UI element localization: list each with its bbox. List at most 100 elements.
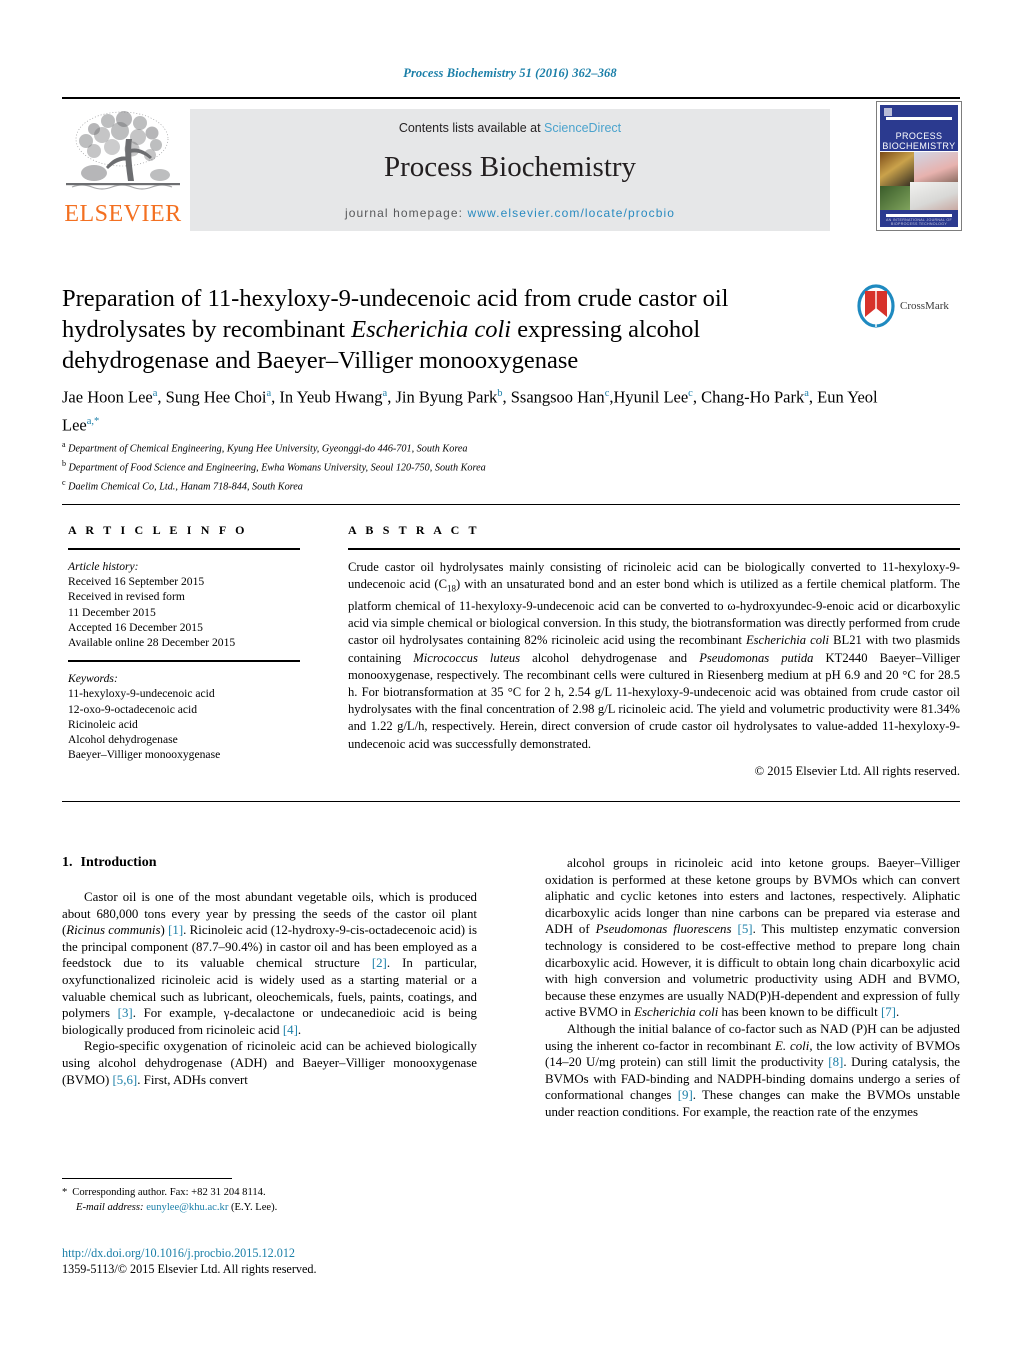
- keyword-item: 12-oxo-9-octadecenoic acid: [68, 702, 198, 716]
- journal-title: Process Biochemistry: [383, 151, 637, 183]
- abstract-part-8: KT2440 Baeyer–Villiger monooxygenase, re…: [348, 650, 960, 751]
- homepage-prefix: journal homepage:: [344, 206, 468, 220]
- cover-photo-3: [880, 186, 910, 210]
- article-history-lines: Received 16 September 2015 Received in re…: [68, 574, 300, 650]
- intro-paragraph-right-1-part-5[interactable]: [9]: [678, 1088, 693, 1102]
- author-affiliation-mark: c: [688, 388, 693, 399]
- footer-doi-block: http://dx.doi.org/10.1016/j.procbio.2015…: [62, 1245, 522, 1277]
- author-name: Jae Hoon Lee: [62, 387, 153, 407]
- affiliation-line: c Daelim Chemical Co, Ltd., Hanam 718-84…: [62, 477, 303, 493]
- footnote-line-1: * Corresponding author. Fax: +82 31 204 8…: [62, 1186, 482, 1201]
- author-affiliation-mark: b: [497, 388, 503, 399]
- intro-paragraph-left-0-part-9[interactable]: [4]: [283, 1023, 298, 1037]
- cover-caption: AN INTERNATIONAL JOURNAL OF BIOPROCESS T…: [885, 218, 953, 226]
- article-history-line: 11 December 2015: [68, 605, 156, 619]
- author-name: In Yeub Hwang: [279, 387, 383, 407]
- article-history-line: Available online 28 December 2015: [68, 636, 236, 650]
- intro-paragraph-right-0-part-1: Pseudomonas fluorescens: [595, 922, 732, 937]
- article-history-block: Article history: Received 16 September 2…: [68, 559, 300, 650]
- footnote-asterisk: *: [62, 1187, 68, 1198]
- email-suffix: (E.Y. Lee).: [228, 1201, 278, 1213]
- affiliation-mark: b: [62, 458, 66, 468]
- abstract-copyright: © 2015 Elsevier Ltd. All rights reserved…: [754, 763, 960, 778]
- email-link[interactable]: eunylee@khu.ac.kr: [146, 1202, 228, 1213]
- intro-paragraph-left: Castor oil is one of the most abundant v…: [62, 889, 477, 1038]
- keyword-item: Ricinoleic acid: [68, 717, 138, 731]
- intro-paragraph-right-0-part-8: .: [895, 1005, 900, 1020]
- keywords-label: Keywords:: [68, 672, 118, 686]
- keyword-item: Alcohol dehydrogenase: [68, 733, 178, 747]
- intro-paragraph-left-0-part-5[interactable]: [2]: [372, 956, 387, 970]
- intro-paragraph-right-1-part-3[interactable]: [8]: [828, 1055, 843, 1069]
- doi-link[interactable]: http://dx.doi.org/10.1016/j.procbio.2015…: [62, 1245, 522, 1261]
- body-column-left: 1. Introduction Castor oil is one of the …: [62, 855, 477, 1088]
- intro-paragraph-right-0-part-6: has been known to be difficult: [718, 1005, 881, 1020]
- email-label: E-mail address:: [76, 1201, 144, 1213]
- crossmark-label: CrossMark: [900, 300, 949, 312]
- abstract-rule: [348, 548, 960, 550]
- masthead-top-rule: [62, 97, 960, 99]
- contents-available-line: Contents lists available at ScienceDirec…: [190, 121, 830, 135]
- keyword-item: 11-hexyloxy-9-undecenoic acid: [68, 687, 215, 701]
- affiliation-list: a Department of Chemical Engineering, Ky…: [62, 438, 882, 495]
- footnote-line-2: E-mail address: eunylee@khu.ac.kr (E.Y. …: [62, 1201, 482, 1216]
- intro-paragraph-left-0-part-10: .: [297, 1022, 302, 1037]
- author-name: Sung Hee Choi: [165, 387, 267, 407]
- cover-photo-1: [880, 152, 914, 186]
- article-info-rule: [68, 548, 300, 550]
- page-title: Preparation of 11-hexyloxy-9-undecenoic …: [62, 283, 852, 376]
- abstract-part-5: Micrococcus luteus: [413, 650, 521, 665]
- section-heading-introduction: 1. Introduction: [62, 855, 477, 871]
- author-name: Chang-Ho Park: [701, 387, 805, 407]
- intro-paragraph-left-0-part-7[interactable]: [3]: [118, 1006, 133, 1020]
- intro-paragraph-right-0-part-5: Escherichia coli: [634, 1005, 719, 1020]
- journal-homepage-link[interactable]: www.elsevier.com/locate/procbio: [468, 206, 676, 220]
- intro-paragraph-right-0-part-3[interactable]: [5]: [738, 922, 753, 936]
- affiliation-mark: c: [62, 477, 66, 487]
- cover-bottom-stripe: [886, 214, 952, 217]
- journal-masthead: ELSEVIER Contents lists available at Sci…: [62, 97, 962, 235]
- cover-top-stripe: [886, 117, 952, 120]
- cover-title-line1: PROCESS: [880, 131, 958, 141]
- keyword-lines: 11-hexyloxy-9-undecenoic acid 12-oxo-9-oc…: [68, 686, 300, 762]
- intro-paragraph-left-0-part-1: Ricinus communis: [66, 923, 161, 938]
- title-line-2b: expressing alcohol: [511, 316, 701, 343]
- title-line-2-species: Escherichia coli: [351, 316, 512, 343]
- journal-band: Contents lists available at ScienceDirec…: [190, 109, 830, 231]
- author-affiliation-mark: a,*: [86, 415, 100, 427]
- sciencedirect-link[interactable]: ScienceDirect: [544, 121, 621, 135]
- article-info-column: A R T I C L E I N F O Article history: R…: [68, 523, 300, 762]
- author-list: Jae Hoon Leea, Sung Hee Choia, In Yeub H…: [62, 387, 878, 435]
- cover-title-line2: BIOCHEMISTRY: [880, 141, 958, 151]
- article-history-label: Article history:: [68, 560, 139, 573]
- title-line-3: dehydrogenase and Baeyer–Villiger monoox…: [62, 347, 579, 374]
- section-title: Introduction: [80, 855, 157, 870]
- paper-page: Process Biochemistry 51 (2016) 362–368 E…: [0, 0, 1020, 1351]
- cover-photo-2: [914, 152, 958, 182]
- intro-left-paragraphs: Castor oil is one of the most abundant v…: [62, 889, 477, 1088]
- elsevier-wordmark: ELSEVIER: [64, 201, 182, 227]
- intro-paragraph-left-1-part-2: . First, ADHs convert: [137, 1072, 248, 1087]
- cover-top-band: [880, 105, 958, 131]
- running-head: Process Biochemistry 51 (2016) 362–368: [403, 66, 617, 80]
- intro-paragraph-left-1-part-1[interactable]: [5,6]: [113, 1073, 138, 1087]
- contents-prefix: Contents lists available at: [398, 121, 545, 135]
- article-history-line: Received in revised form: [68, 590, 185, 604]
- crossmark-badge[interactable]: CrossMark: [856, 282, 960, 334]
- author-affiliation-mark: a: [266, 388, 272, 399]
- keyword-item: Baeyer–Villiger monooxygenase: [68, 748, 221, 762]
- affiliation-line: a Department of Chemical Engineering, Ky…: [62, 440, 468, 455]
- intro-paragraph-left: Regio-specific oxygenation of ricinoleic…: [62, 1038, 477, 1088]
- elsevier-tree-icon: [66, 111, 180, 190]
- intro-paragraph-left-0-part-3[interactable]: [1]: [168, 923, 183, 937]
- cover-photo-4: [910, 182, 958, 210]
- intro-paragraph-right: Although the initial balance of co-facto…: [545, 1021, 960, 1121]
- issn-copyright-line: 1359-5113/© 2015 Elsevier Ltd. All right…: [62, 1262, 317, 1276]
- intro-paragraph-right: alcohol groups in ricinoleic acid into k…: [545, 855, 960, 1021]
- footnote-rule: [62, 1178, 232, 1179]
- article-history-line: Accepted 16 December 2015: [68, 620, 203, 634]
- abstract-part-1: 18: [447, 583, 457, 594]
- intro-paragraph-right-0-part-7[interactable]: [7]: [881, 1005, 896, 1019]
- journal-cover-thumbnail: PROCESS BIOCHEMISTRY AN INTERNATIONAL JO…: [876, 101, 962, 231]
- abstract-part-6: alcohol dehydrogenase and: [520, 650, 700, 665]
